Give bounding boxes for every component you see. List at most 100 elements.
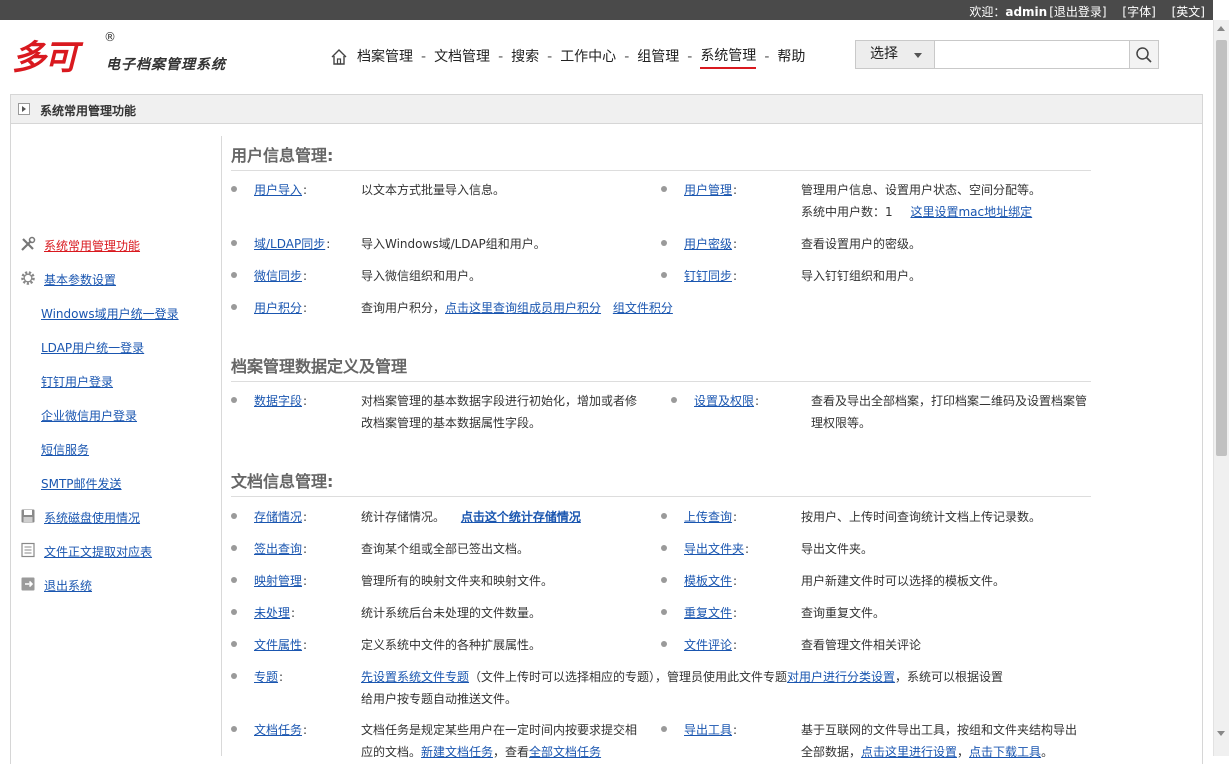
sidebar-label[interactable]: SMTP邮件发送 (41, 475, 122, 492)
nav-work-center[interactable]: 工作中心 (560, 46, 616, 68)
toggle-arrow-icon[interactable] (18, 103, 30, 115)
user-import-link[interactable]: 用户导入 (254, 183, 302, 197)
unprocessed-row: 未处理: (254, 604, 295, 621)
vertical-scrollbar[interactable] (1213, 20, 1229, 756)
checkout-link[interactable]: 签出查询 (254, 542, 302, 556)
sidebar-label[interactable]: 系统常用管理功能 (44, 237, 140, 254)
topic-link[interactable]: 专题 (254, 670, 278, 684)
logo[interactable]: 多可 ® 电子档案管理系统 (12, 28, 242, 78)
file-comment-row: 文件评论: (684, 636, 737, 653)
gear-icon (21, 271, 35, 285)
export-tool-row: 导出工具: (684, 721, 737, 738)
export-folder-link[interactable]: 导出文件夹 (684, 542, 744, 556)
export-settings-link[interactable]: 点击这里进行设置 (861, 745, 957, 759)
mapping-link[interactable]: 映射管理 (254, 574, 302, 588)
perm-desc-2: 理权限等。 (811, 416, 872, 430)
doc-task-link[interactable]: 文档任务 (254, 723, 302, 737)
new-task-link[interactable]: 新建文档任务 (421, 745, 493, 759)
colon: : (733, 510, 738, 524)
template-link[interactable]: 模板文件 (684, 574, 732, 588)
sidebar-label[interactable]: 短信服务 (41, 441, 89, 458)
topic-desc-text: （文件上传时可以选择相应的专题），管理员使用此文件专题 (469, 670, 788, 684)
user-classify-link[interactable]: 对用户进行分类设置 (787, 670, 895, 684)
logout-link[interactable]: [退出登录] (1049, 5, 1106, 19)
data-field-link[interactable]: 数据字段 (254, 394, 302, 408)
logo-registered: ® (104, 30, 116, 44)
nav-search[interactable]: 搜索 (511, 46, 539, 68)
file-attr-link[interactable]: 文件属性 (254, 638, 302, 652)
home-icon[interactable] (330, 48, 348, 66)
top-bar: 欢迎：admin [退出登录] [字体] [英文] (0, 0, 1213, 20)
nav-archive[interactable]: 档案管理 (357, 46, 413, 68)
scroll-up-icon[interactable] (1217, 26, 1225, 31)
user-secret-link[interactable]: 用户密级 (684, 237, 732, 251)
section-title-archive: 档案管理数据定义及管理 (231, 353, 1091, 382)
perm-desc-1: 查看及导出全部档案，打印档案二维码及设置档案管 (811, 394, 1088, 408)
top-bar-links: 欢迎：admin [退出登录] [字体] [英文] (963, 3, 1205, 20)
chevron-down-icon (914, 53, 922, 58)
export-tool-text: 全部数据， (801, 745, 862, 759)
user-manage-link[interactable]: 用户管理 (684, 183, 732, 197)
file-comment-desc: 查看管理文件相关评论 (801, 638, 922, 652)
logo-mark: 多可 (12, 38, 78, 78)
sidebar-label[interactable]: 钉钉用户登录 (41, 373, 113, 390)
scroll-down-icon[interactable] (1217, 731, 1225, 736)
user-points-row: 用户积分: (254, 299, 307, 316)
nav-groups[interactable]: 组管理 (637, 46, 679, 68)
sidebar-label[interactable]: Windows域用户统一登录 (41, 305, 179, 322)
download-tool-link[interactable]: 点击下载工具 (969, 745, 1041, 759)
colon: : (279, 670, 284, 684)
all-tasks-link[interactable]: 全部文档任务 (529, 745, 601, 759)
storage-stats-link[interactable]: 点击这个统计存储情况 (461, 510, 581, 524)
sidebar-label[interactable]: 企业微信用户登录 (41, 407, 137, 424)
bullet-icon (231, 186, 237, 192)
sidebar-label[interactable]: 文件正文提取对应表 (44, 543, 152, 560)
sidebar-label[interactable]: 退出系统 (44, 577, 92, 594)
group-file-points-link[interactable]: 组文件积分 (613, 301, 673, 315)
colon: : (733, 606, 738, 620)
perm-link[interactable]: 设置及权限 (694, 394, 754, 408)
user-secret-desc: 查看设置用户的密级。 (801, 237, 922, 251)
unprocessed-link[interactable]: 未处理 (254, 606, 290, 620)
dingtalk-sync-row: 钉钉同步: (684, 267, 737, 284)
document-icon (21, 542, 35, 558)
upload-query-desc: 按用户、上传时间查询统计文档上传记录数。 (801, 510, 1042, 524)
doc-task-text-2: ，查看 (493, 745, 530, 759)
search-scope-select[interactable]: 选择 (856, 41, 935, 68)
sidebar-label[interactable]: 系统磁盘使用情况 (44, 509, 140, 526)
user-points-link[interactable]: 用户积分 (254, 301, 302, 315)
search-box: 选择 (855, 40, 1159, 69)
sidebar-label[interactable]: 基本参数设置 (44, 271, 116, 288)
scroll-thumb[interactable] (1216, 40, 1227, 456)
user-points-text: 查询用户积分， (361, 301, 446, 315)
file-comment-link[interactable]: 文件评论 (684, 638, 732, 652)
ldap-sync-link[interactable]: 域/LDAP同步 (254, 237, 325, 251)
user-manage-row: 用户管理: (684, 181, 737, 198)
doc-task-text: 应的文档。 (361, 745, 422, 759)
colon: : (303, 542, 308, 556)
nav-help[interactable]: 帮助 (777, 46, 805, 68)
english-link[interactable]: [英文] (1172, 5, 1205, 19)
bullet-icon (661, 272, 667, 278)
dingtalk-sync-link[interactable]: 钉钉同步 (684, 269, 732, 283)
user-points-desc: 查询用户积分，点击这里查询组成员用户积分 组文件积分 (361, 299, 673, 316)
font-link[interactable]: [字体] (1122, 5, 1155, 19)
topic-setup-link[interactable]: 先设置系统文件专题 (361, 670, 469, 684)
duplicate-link[interactable]: 重复文件 (684, 606, 732, 620)
storage-link[interactable]: 存储情况 (254, 510, 302, 524)
mac-binding-link[interactable]: 这里设置mac地址绑定 (910, 205, 1032, 219)
nav-system[interactable]: 系统管理 (700, 45, 757, 69)
export-folder-row: 导出文件夹: (684, 540, 749, 557)
group-member-points-link[interactable]: 点击这里查询组成员用户积分 (445, 301, 601, 315)
user-count-value: 1 (885, 205, 893, 219)
wechat-sync-link[interactable]: 微信同步 (254, 269, 302, 283)
nav-documents[interactable]: 文档管理 (434, 46, 490, 68)
topic-row: 专题: (254, 668, 283, 685)
sidebar-label[interactable]: LDAP用户统一登录 (41, 339, 144, 356)
upload-query-link[interactable]: 上传查询 (684, 510, 732, 524)
wechat-sync-desc: 导入微信组织和用户。 (361, 269, 482, 283)
search-input[interactable] (936, 41, 1128, 68)
search-button[interactable] (1129, 41, 1158, 68)
export-tool-link[interactable]: 导出工具 (684, 723, 732, 737)
bullet-icon (231, 609, 237, 615)
